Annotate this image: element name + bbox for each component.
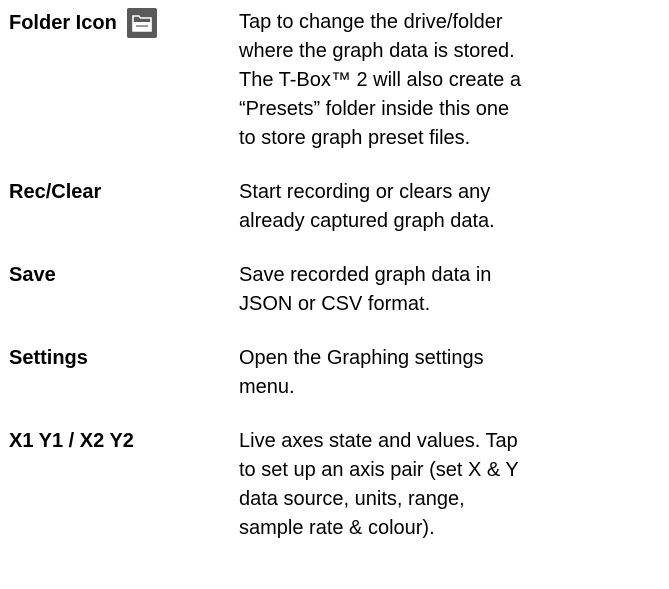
description-rec-clear: Start recording or clears any already ca… — [239, 181, 495, 232]
description-settings: Open the Graphing settings menu. — [239, 347, 484, 398]
folder-icon — [126, 8, 157, 38]
term-label: Settings — [9, 347, 88, 369]
definition-list: Folder Icon Tap to change the drive/fold… — [9, 8, 659, 568]
definition-row-save: Save Save recorded graph data in JSON or… — [9, 261, 659, 319]
description-axes: Live axes state and values. Tap to set u… — [239, 430, 519, 539]
definition-row-folder-icon: Folder Icon Tap to change the drive/fold… — [9, 8, 659, 153]
definition-row-axes: X1 Y1 / X2 Y2 Live axes state and values… — [9, 427, 659, 543]
description-save: Save recorded graph data in JSON or CSV … — [239, 264, 492, 315]
term-label: Save — [9, 264, 56, 286]
definition-row-rec-clear: Rec/Clear Start recording or clears any … — [9, 178, 659, 236]
term-label: Folder Icon — [9, 11, 117, 34]
term-label: X1 Y1 / X2 Y2 — [9, 430, 134, 452]
definition-row-settings: Settings Open the Graphing settings menu… — [9, 344, 659, 402]
term-label: Rec/Clear — [9, 181, 102, 203]
description-folder-icon: Tap to change the drive/folder where the… — [239, 11, 521, 149]
